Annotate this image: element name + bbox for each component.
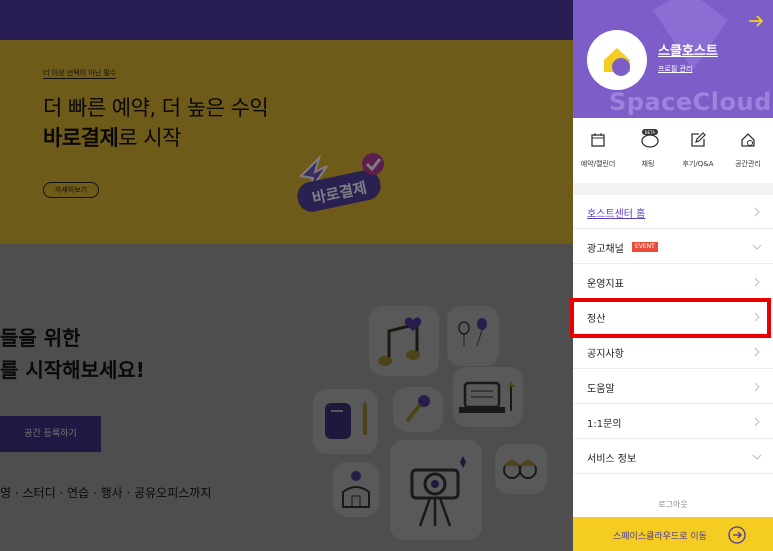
menu-label: 도움말 (587, 384, 615, 395)
menu-label: 공지사항 (587, 349, 624, 360)
menu-metrics[interactable]: 운영지표 (573, 265, 773, 299)
quick-space[interactable]: 공간관리 (723, 118, 773, 183)
chevron-right-icon (754, 417, 760, 427)
svg-text:BETA: BETA (645, 130, 655, 135)
event-badge: EVENT (632, 242, 658, 252)
settlement-highlight (570, 298, 771, 338)
chevron-right-icon (754, 277, 760, 287)
menu-service-info[interactable]: 서비스 정보 (573, 440, 773, 474)
logout-button[interactable]: 로그아웃 (573, 499, 773, 510)
quick-reservation[interactable]: 예약/캘린더 (573, 118, 623, 183)
host-logo-icon (604, 48, 630, 76)
watermark: SpaceCloud (609, 88, 772, 116)
panel-header: SpaceCloud 스클호스트 프로필 관리 (573, 0, 773, 118)
menu-ad-channel[interactable]: 광고채널 EVENT (573, 230, 773, 264)
menu-label: 광고채널 (587, 244, 624, 255)
chevron-down-icon (752, 454, 762, 460)
divider (573, 183, 773, 195)
menu-label: 운영지표 (587, 279, 624, 290)
host-side-panel: SpaceCloud 스클호스트 프로필 관리 예약/캘린더 BETA 채팅 후… (573, 0, 773, 551)
chevron-right-icon (754, 347, 760, 357)
go-label: 스페이스클라우드로 이동 (613, 532, 707, 542)
edit-icon (691, 132, 706, 147)
quick-review[interactable]: 후기/Q&A (673, 118, 723, 183)
quick-chat[interactable]: BETA 채팅 (623, 118, 673, 183)
quick-label: 채팅 (641, 160, 655, 168)
host-name[interactable]: 스클호스트 (658, 40, 718, 59)
avatar[interactable] (587, 30, 647, 90)
chevron-right-icon (754, 207, 760, 217)
chevron-down-icon (752, 244, 762, 250)
menu-label: 서비스 정보 (587, 454, 637, 465)
calendar-icon (591, 133, 605, 147)
quick-label: 예약/캘린더 (580, 160, 616, 168)
quick-label: 후기/Q&A (682, 160, 714, 168)
chat-icon: BETA (641, 129, 659, 148)
menu-label: 1:1문의 (587, 419, 622, 430)
menu-help[interactable]: 도움말 (573, 370, 773, 404)
quick-label: 공간관리 (735, 160, 761, 168)
arrow-circle-icon (728, 526, 746, 544)
menu-inquiry[interactable]: 1:1문의 (573, 405, 773, 439)
home-settings-icon (741, 133, 755, 147)
chevron-right-icon (754, 382, 760, 392)
menu-notice[interactable]: 공지사항 (573, 335, 773, 369)
go-to-spacecloud-button[interactable]: 스페이스클라우드로 이동 (573, 517, 773, 551)
menu-host-center-home[interactable]: 호스트센터 홈 (573, 195, 773, 229)
close-arrow-icon[interactable] (747, 12, 765, 30)
quick-menu: 예약/캘린더 BETA 채팅 후기/Q&A 공간관리 (573, 118, 773, 183)
profile-link[interactable]: 프로필 관리 (658, 64, 692, 74)
menu-label: 호스트센터 홈 (587, 209, 646, 220)
